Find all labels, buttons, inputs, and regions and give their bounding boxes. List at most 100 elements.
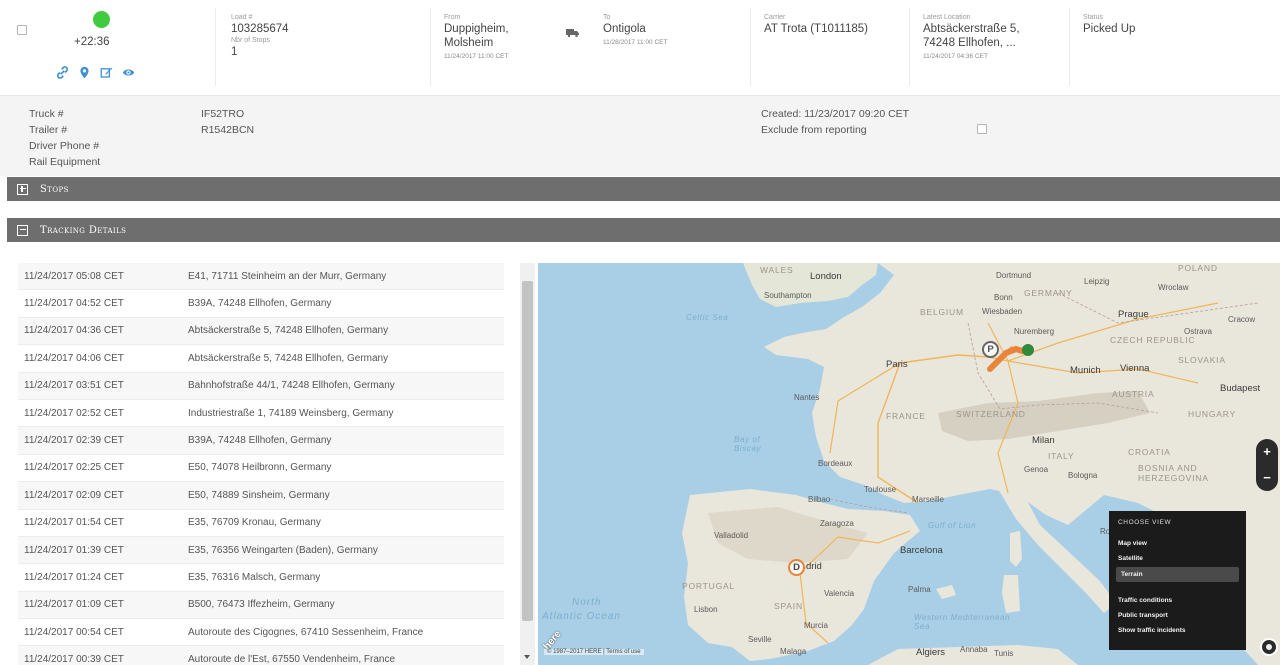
map-city-label: Seville (748, 635, 772, 644)
destination-marker[interactable]: D (788, 559, 805, 576)
zoom-out-button[interactable]: − (1263, 471, 1271, 485)
map-city-label: Wiesbaden (982, 307, 1023, 316)
scrollbar-thumb[interactable] (522, 281, 533, 621)
collapse-icon[interactable] (17, 224, 28, 236)
tracking-location: E35, 76356 Weingarten (Baden), Germany (188, 544, 378, 556)
origin-marker[interactable]: P (982, 341, 999, 358)
shipment-details: Truck # Trailer # Driver Phone # Rail Eq… (0, 96, 1280, 176)
carrier-label: Carrier (764, 14, 786, 21)
carrier-value: AT Trota (T1011185) (764, 23, 868, 35)
view-option-satellite[interactable]: Satellite (1109, 551, 1246, 566)
tracking-map[interactable]: WALES GERMANY BELGIUM CZECH REPUBLIC SLO… (538, 263, 1280, 665)
load-number[interactable]: 103285674 (231, 22, 289, 36)
map-city-label: Leipzig (1084, 277, 1110, 286)
map-city-label: Genoa (1024, 465, 1049, 474)
map-city-label: Bonn (994, 293, 1013, 302)
map-country-label: BELGIUM (920, 307, 964, 317)
tracking-list[interactable]: 11/24/2017 05:08 CET E41, 71711 Steinheim… (18, 263, 504, 665)
table-row[interactable]: 11/24/2017 05:08 CET E41, 71711 Steinheim… (18, 263, 504, 291)
origin-line-1: Duppigheim, (444, 23, 509, 35)
map-city-label: Valladolid (714, 531, 749, 540)
map-country-label: WALES (760, 265, 794, 275)
tracking-scrollbar[interactable] (520, 263, 535, 665)
map-city-label: Southampton (764, 291, 812, 300)
map-country-label: GERMANY (1024, 288, 1073, 298)
column-divider (750, 8, 751, 86)
link-icon[interactable] (56, 66, 69, 79)
tracking-time: 11/24/2017 02:09 CET (24, 489, 124, 501)
origin-date: 11/24/2017 11:00 CET (444, 53, 509, 60)
carrier-column: Carrier AT Trota (T1011185) (764, 13, 868, 36)
table-row[interactable]: 11/24/2017 01:09 CET B500, 76473 Iffezhei… (18, 591, 504, 620)
choose-view-title: CHOOSE VIEW (1118, 519, 1172, 526)
map-country-label: FRANCE (886, 411, 926, 421)
overlay-public-transport[interactable]: Public transport (1109, 608, 1246, 623)
view-option-map[interactable]: Map view (1109, 536, 1246, 551)
map-sea-label: Western Mediterranean Sea (914, 613, 1011, 631)
tracking-location: E35, 76316 Malsch, Germany (188, 571, 321, 583)
scroll-down-icon[interactable] (524, 655, 530, 659)
tracking-location: E50, 74078 Heilbronn, Germany (188, 462, 332, 474)
table-row[interactable]: 11/24/2017 00:54 CET Autoroute des Cigogn… (18, 619, 504, 647)
origin-line-2: Molsheim (444, 37, 494, 49)
stops-section-header[interactable]: Stops (7, 177, 1280, 201)
tracking-time: 11/24/2017 00:54 CET (24, 626, 124, 638)
map-settings-icon[interactable] (1260, 638, 1278, 656)
table-row[interactable]: 11/24/2017 02:09 CET E50, 74889 Sinsheim,… (18, 482, 504, 510)
panel-spacer (1109, 583, 1246, 593)
expand-icon[interactable] (17, 183, 28, 195)
destination-column: To Ontigola 11/28/2017 11:00 CET (603, 13, 667, 48)
driver-phone-label: Driver Phone # (29, 140, 100, 152)
shipment-row[interactable]: +22:36 Load # 103285674 Nbr of Stops 1 F… (0, 0, 1280, 96)
table-row[interactable]: 11/24/2017 04:06 CET Abtsäckerstraße 5, 7… (18, 345, 504, 373)
map-country-label: CZECH REPUBLIC (1110, 335, 1196, 345)
map-country-label: CROATIA (1128, 447, 1171, 457)
load-label: Load # (231, 14, 253, 21)
tracking-time: 11/24/2017 05:08 CET (24, 270, 124, 282)
map-city-label: London (810, 271, 842, 282)
tracking-time: 11/24/2017 04:06 CET (24, 352, 124, 364)
tracking-section-header[interactable]: Tracking Details (7, 218, 1280, 242)
map-ocean-label: Atlantic Ocean (542, 611, 622, 622)
map-city-label: Cracow (1228, 315, 1256, 324)
table-row[interactable]: 11/24/2017 02:25 CET E50, 74078 Heilbronn… (18, 455, 504, 483)
tracking-time: 11/24/2017 02:25 CET (24, 462, 124, 474)
table-row[interactable]: 11/24/2017 01:24 CET E35, 76316 Malsch, G… (18, 564, 504, 592)
latest-location-label: Latest Location (923, 14, 971, 21)
table-row[interactable]: 11/24/2017 03:51 CET Bahnhofstraße 44/1, … (18, 372, 504, 400)
details-labels: Truck # Trailer # Driver Phone # Rail Eq… (29, 106, 100, 170)
map-country-label: SWITZERLAND (956, 409, 1026, 419)
map-sea-label: Gulf of Lion (928, 521, 977, 530)
tracking-location: Autoroute des Cigognes, 67410 Sessenheim… (188, 626, 424, 638)
map-city-label: Zaragoza (820, 519, 854, 528)
edit-icon[interactable] (100, 66, 113, 79)
status-indicator (93, 11, 110, 28)
row-select-checkbox[interactable] (17, 25, 27, 35)
table-row[interactable]: 11/24/2017 02:52 CET Industriestraße 1, 7… (18, 400, 504, 428)
zoom-in-button[interactable]: + (1263, 445, 1271, 459)
tracking-time: 11/24/2017 04:36 CET (24, 325, 124, 337)
location-pin-icon[interactable] (78, 66, 91, 79)
view-option-terrain[interactable]: Terrain (1116, 567, 1239, 582)
map-city-label: Valencia (824, 589, 855, 598)
tracking-time: 11/24/2017 02:52 CET (24, 407, 124, 419)
table-row[interactable]: 11/24/2017 02:39 CET B39A, 74248 Ellhofen… (18, 427, 504, 455)
details-meta: Created: 11/23/2017 09:20 CET Exclude fr… (761, 106, 909, 138)
stops-count: 1 (231, 46, 238, 58)
tracking-location: E35, 76709 Kronau, Germany (188, 517, 321, 529)
tracking-section-title: Tracking Details (40, 224, 127, 236)
table-row[interactable]: 11/24/2017 01:54 CET E35, 76709 Kronau, G… (18, 510, 504, 537)
tracking-time: 11/24/2017 01:24 CET (24, 571, 124, 583)
table-row[interactable]: 11/24/2017 04:52 CET B39A, 74248 Ellhofen… (18, 290, 504, 318)
table-row[interactable]: 11/24/2017 00:39 CET Autoroute de l'Est, … (18, 646, 504, 665)
table-row[interactable]: 11/24/2017 04:36 CET Abtsäckerstraße 5, 7… (18, 317, 504, 346)
table-row[interactable]: 11/24/2017 01:39 CET E35, 76356 Weingarte… (18, 536, 504, 565)
overlay-traffic-conditions[interactable]: Traffic conditions (1109, 593, 1246, 608)
latest-location-line-2: 74248 Ellhofen, ... (923, 37, 1016, 49)
overlay-traffic-incidents[interactable]: Show traffic incidents (1109, 623, 1246, 638)
tracking-location: E50, 74889 Sinsheim, Germany (188, 489, 330, 501)
exclude-reporting-checkbox[interactable] (977, 124, 987, 134)
eye-icon[interactable] (122, 66, 135, 79)
map-copyright[interactable]: © 1987–2017 HERE | Terms of use (544, 649, 644, 655)
rail-equipment-label: Rail Equipment (29, 156, 101, 168)
